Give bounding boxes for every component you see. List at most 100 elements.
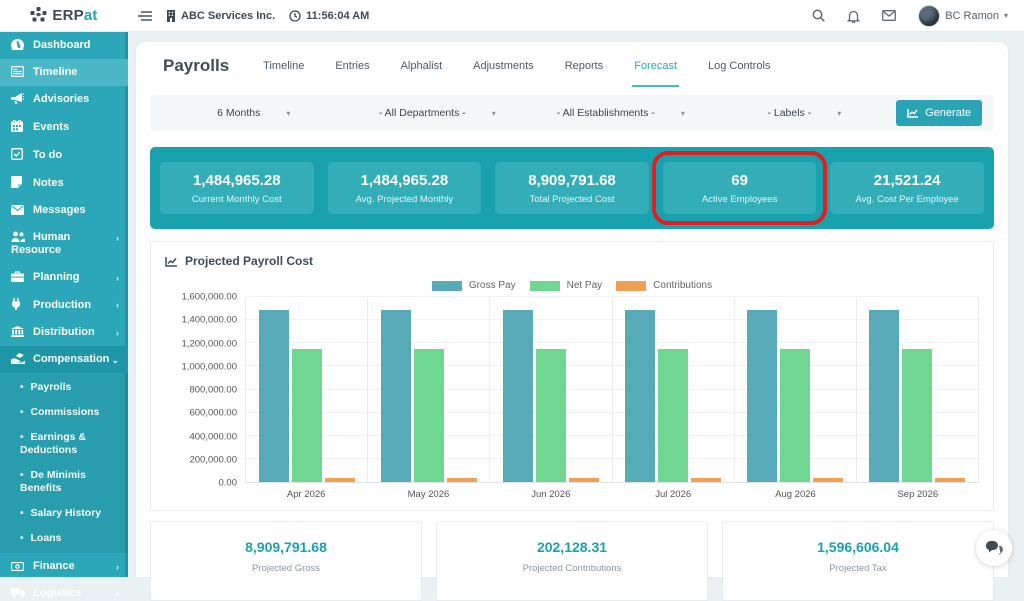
stat-active-employees annotation-red-box: 69 Active Employees — [663, 162, 817, 214]
legend-swatch-icon — [432, 281, 462, 291]
bar-group-may-2026 — [368, 297, 490, 482]
chat-button[interactable] — [976, 530, 1012, 566]
page-header: Payrolls Timeline Entries Alphalist Adju… — [150, 42, 994, 89]
bar-contributions — [325, 478, 355, 482]
content-card: Payrolls Timeline Entries Alphalist Adju… — [136, 42, 1008, 577]
bar-contributions — [935, 478, 965, 482]
establishments-select[interactable]: - All Establishments -▾ — [529, 107, 713, 119]
chevron-right-icon: › — [116, 272, 119, 285]
envelope-icon — [11, 205, 26, 215]
chevron-right-icon: › — [116, 561, 119, 574]
chevron-down-icon: ▾ — [1004, 11, 1008, 20]
x-tick-label: Jul 2026 — [612, 489, 734, 500]
generate-button[interactable]: Generate — [896, 100, 982, 126]
submenu-item-salary-history[interactable]: •Salary History — [0, 501, 128, 526]
bar-net-pay — [414, 349, 444, 482]
messages-mail-icon[interactable] — [882, 10, 896, 21]
plug-icon — [11, 298, 26, 310]
sidebar-item-production[interactable]: Production› — [0, 291, 128, 319]
tab-log-controls[interactable]: Log Controls — [706, 44, 772, 87]
bullet-icon: • — [20, 533, 24, 544]
building-icon — [166, 10, 176, 22]
timeline-icon — [11, 66, 26, 77]
summary-projected-contributions: 202,128.31 Projected Contributions — [436, 521, 708, 601]
bar-group-sep-2026 — [857, 297, 979, 482]
y-tick-label: 800,000.00 — [189, 385, 237, 396]
chevron-down-icon: ▾ — [492, 109, 496, 118]
notifications-bell-icon[interactable] — [847, 9, 860, 23]
x-tick-label: Sep 2026 — [857, 489, 979, 500]
submenu-item-payrolls[interactable]: •Payrolls — [0, 375, 128, 400]
sidebar-item-human-resource[interactable]: Human Resource› — [0, 224, 128, 264]
bar-gross-pay — [259, 310, 289, 482]
submenu-item-commissions[interactable]: •Commissions — [0, 400, 128, 425]
sidebar-item-distribution[interactable]: Distribution› — [0, 319, 128, 346]
tab-alphalist[interactable]: Alphalist — [399, 44, 445, 87]
clock-widget: 11:56:04 AM — [289, 10, 369, 22]
chevron-down-icon: ▾ — [286, 109, 290, 118]
avatar — [918, 5, 940, 27]
tab-timeline[interactable]: Timeline — [261, 44, 306, 87]
summary-projected-gross: 8,909,791.68 Projected Gross — [150, 521, 422, 601]
bar-net-pay — [536, 349, 566, 482]
summary-row: 8,909,791.68 Projected Gross 202,128.31 … — [150, 521, 994, 601]
sidebar-item-messages[interactable]: Messages — [0, 197, 128, 224]
clock-icon — [289, 10, 301, 22]
legend-label: Net Pay — [567, 280, 603, 291]
sidebar-item-dashboard[interactable]: Dashboard — [0, 32, 128, 59]
x-tick-label: May 2026 — [367, 489, 489, 500]
bar-contributions — [569, 478, 599, 482]
current-time: 11:56:04 AM — [306, 10, 369, 22]
user-menu[interactable]: BC Ramon ▾ — [918, 5, 1008, 27]
sidebar-item-planning[interactable]: Planning› — [0, 264, 128, 291]
menu-toggle-icon[interactable] — [138, 10, 152, 22]
chevron-right-icon: › — [116, 232, 119, 245]
page-title: Payrolls — [163, 56, 229, 76]
chevron-right-icon: › — [116, 299, 119, 312]
chart-card: Projected Payroll Cost Gross PayNet PayC… — [150, 241, 994, 511]
summary-projected-tax: 1,596,606.04 Projected Tax — [722, 521, 994, 601]
sidebar-item-timeline[interactable]: Timeline — [0, 59, 128, 86]
search-icon[interactable] — [812, 9, 825, 22]
submenu-item-de-minimis-benefits[interactable]: •De Minimis Benefits — [0, 463, 128, 501]
period-select[interactable]: 6 Months▾ — [162, 107, 346, 119]
sidebar-item-advisories[interactable]: Advisories — [0, 86, 128, 113]
y-tick-label: 400,000.00 — [189, 431, 237, 442]
legend-label: Gross Pay — [469, 280, 516, 291]
bar-gross-pay — [625, 310, 655, 482]
app-logo-text: ERPat — [52, 7, 97, 24]
bar-net-pay — [780, 349, 810, 482]
tab-reports[interactable]: Reports — [563, 44, 606, 87]
bullet-icon: • — [20, 432, 24, 443]
chart-line-icon — [165, 256, 178, 267]
tab-forecast[interactable]: Forecast — [632, 44, 679, 87]
x-tick-label: Apr 2026 — [245, 489, 367, 500]
submenu-item-earnings-deductions[interactable]: •Earnings & Deductions — [0, 425, 128, 463]
filter-bar: 6 Months▾ - All Departments -▾ - All Est… — [150, 95, 994, 131]
chat-bubbles-icon — [986, 541, 1003, 555]
y-tick-label: 600,000.00 — [189, 408, 237, 419]
tab-entries[interactable]: Entries — [333, 44, 371, 87]
bullet-icon: • — [20, 407, 24, 418]
company-selector[interactable]: ABC Services Inc. — [166, 10, 275, 22]
bar-group-aug-2026 — [735, 297, 857, 482]
sidebar-item-compensation[interactable]: Compensation⌄ — [0, 346, 128, 373]
sidebar-item-finance[interactable]: Finance› — [0, 553, 128, 580]
legend-item-gross-pay: Gross Pay — [432, 280, 516, 291]
submenu-item-loans[interactable]: •Loans — [0, 526, 128, 551]
stat-current-monthly-cost: 1,484,965.28 Current Monthly Cost — [160, 162, 314, 214]
y-tick-label: 1,000,000.00 — [182, 361, 237, 372]
sidebar-item-events[interactable]: Events — [0, 113, 128, 141]
stat-avg-projected-monthly: 1,484,965.28 Avg. Projected Monthly — [328, 162, 482, 214]
x-tick-label: Aug 2026 — [734, 489, 856, 500]
bar-net-pay — [902, 349, 932, 482]
chevron-down-icon: ⌄ — [111, 354, 119, 367]
user-name: BC Ramon — [945, 10, 999, 22]
sidebar-item-notes[interactable]: Notes — [0, 169, 128, 197]
departments-select[interactable]: - All Departments -▾ — [346, 107, 530, 119]
tab-adjustments[interactable]: Adjustments — [471, 44, 536, 87]
sidebar-item-todo[interactable]: To do — [0, 141, 128, 169]
labels-select[interactable]: - Labels -▾ — [713, 107, 897, 119]
app-logo[interactable]: ERPat — [0, 7, 128, 24]
company-name: ABC Services Inc. — [181, 10, 275, 22]
